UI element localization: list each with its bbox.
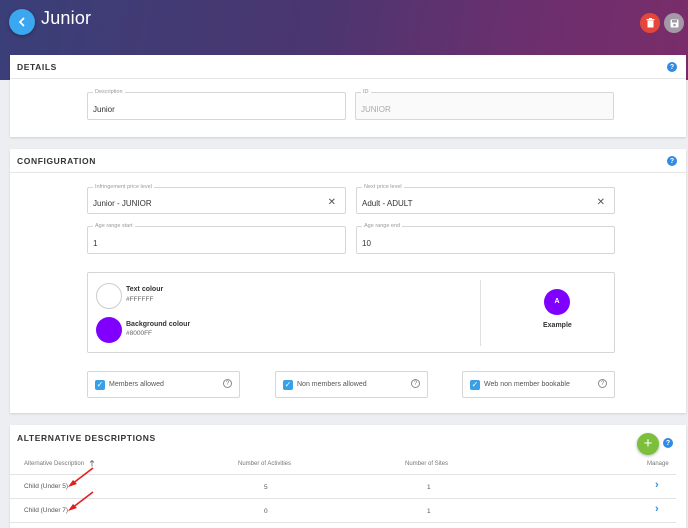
age-end-label: Age range end — [362, 223, 403, 229]
example-label: Example — [543, 322, 572, 329]
non-members-allowed-option[interactable]: ✓ Non members allowed ? — [275, 371, 428, 398]
checkbox-checked-icon[interactable]: ✓ — [470, 380, 480, 390]
chevron-left-icon — [18, 17, 25, 27]
column-manage: Manage — [647, 461, 669, 467]
configuration-header: CONFIGURATION ? — [10, 149, 686, 173]
id-field: ID JUNIOR — [355, 89, 614, 120]
help-icon[interactable]: ? — [598, 379, 607, 388]
chevron-right-icon[interactable]: › — [655, 479, 659, 491]
trash-icon — [646, 18, 654, 28]
chevron-right-icon[interactable]: › — [655, 503, 659, 515]
floppy-disk-icon — [670, 19, 678, 27]
help-icon[interactable]: ? — [667, 156, 677, 166]
id-label: ID — [361, 89, 371, 95]
age-end-field[interactable]: Age range end 10 — [356, 223, 615, 254]
help-icon[interactable]: ? — [663, 438, 673, 448]
members-allowed-label: Members allowed — [109, 381, 164, 388]
divider — [480, 280, 481, 346]
age-start-label: Age range start — [93, 223, 135, 229]
column-number-of-sites: Number of Sites — [405, 461, 449, 467]
web-non-member-bookable-label: Web non member bookable — [484, 381, 570, 388]
help-icon[interactable]: ? — [223, 379, 232, 388]
delete-button[interactable] — [640, 13, 660, 33]
divider — [10, 522, 676, 523]
row-sites: 1 — [427, 484, 431, 491]
configuration-card: CONFIGURATION ? Infringement price level… — [10, 149, 686, 413]
clear-icon[interactable]: ✕ — [328, 197, 336, 208]
description-label: Description — [93, 89, 125, 95]
members-allowed-option[interactable]: ✓ Members allowed ? — [87, 371, 240, 398]
colour-settings: Text colour #FFFFFF Background colour #8… — [87, 272, 615, 353]
details-card: DETAILS ? Description Junior ID JUNIOR — [10, 55, 686, 137]
background-colour-label: Background colour — [126, 321, 191, 328]
divider — [10, 474, 676, 475]
row-activities: 5 — [264, 484, 268, 491]
next-price-value: Adult - ADULT — [362, 199, 413, 208]
next-price-label: Next price level — [362, 184, 404, 190]
text-colour-swatch[interactable] — [96, 283, 122, 309]
save-button[interactable] — [664, 13, 684, 33]
infringement-price-select[interactable]: Infringement price level Junior - JUNIOR… — [87, 184, 346, 214]
age-start-field[interactable]: Age range start 1 — [87, 223, 346, 254]
description-field[interactable]: Description Junior — [87, 89, 346, 120]
add-description-button[interactable]: + — [637, 433, 659, 455]
background-colour-hex: #8000FF — [126, 330, 153, 337]
id-value: JUNIOR — [361, 105, 391, 114]
web-non-member-bookable-option[interactable]: ✓ Web non member bookable ? — [462, 371, 615, 398]
row-sites: 1 — [427, 508, 431, 515]
clear-icon[interactable]: ✕ — [597, 197, 605, 208]
configuration-title: CONFIGURATION — [17, 155, 96, 166]
row-activities: 0 — [264, 508, 268, 515]
alternative-descriptions-card: ALTERNATIVE DESCRIPTIONS ? — [10, 425, 686, 528]
non-members-allowed-label: Non members allowed — [297, 381, 367, 388]
help-icon[interactable]: ? — [411, 379, 420, 388]
column-number-of-activities: Number of Activities — [238, 461, 292, 467]
help-icon[interactable]: ? — [667, 62, 677, 72]
age-start-value: 1 — [93, 239, 98, 248]
annotation-arrows — [68, 467, 94, 511]
example-badge: A — [544, 289, 570, 315]
plus-icon: + — [643, 435, 653, 452]
text-colour-hex: #FFFFFF — [126, 296, 154, 303]
infringement-price-value: Junior - JUNIOR — [93, 199, 152, 208]
details-header: DETAILS ? — [10, 55, 686, 79]
age-end-value: 10 — [362, 239, 371, 248]
next-price-select[interactable]: Next price level Adult - ADULT ✕ — [356, 184, 615, 214]
infringement-price-label: Infringement price level — [93, 184, 154, 190]
back-button[interactable] — [9, 9, 35, 35]
description-value: Junior — [93, 105, 115, 114]
details-title: DETAILS — [17, 61, 57, 72]
checkbox-checked-icon[interactable]: ✓ — [283, 380, 293, 390]
alternative-descriptions-title: ALTERNATIVE DESCRIPTIONS — [17, 433, 156, 443]
divider — [10, 498, 676, 499]
checkbox-checked-icon[interactable]: ✓ — [95, 380, 105, 390]
page-title: Junior — [41, 8, 92, 28]
background-colour-swatch[interactable] — [96, 317, 122, 343]
text-colour-label: Text colour — [126, 286, 164, 293]
